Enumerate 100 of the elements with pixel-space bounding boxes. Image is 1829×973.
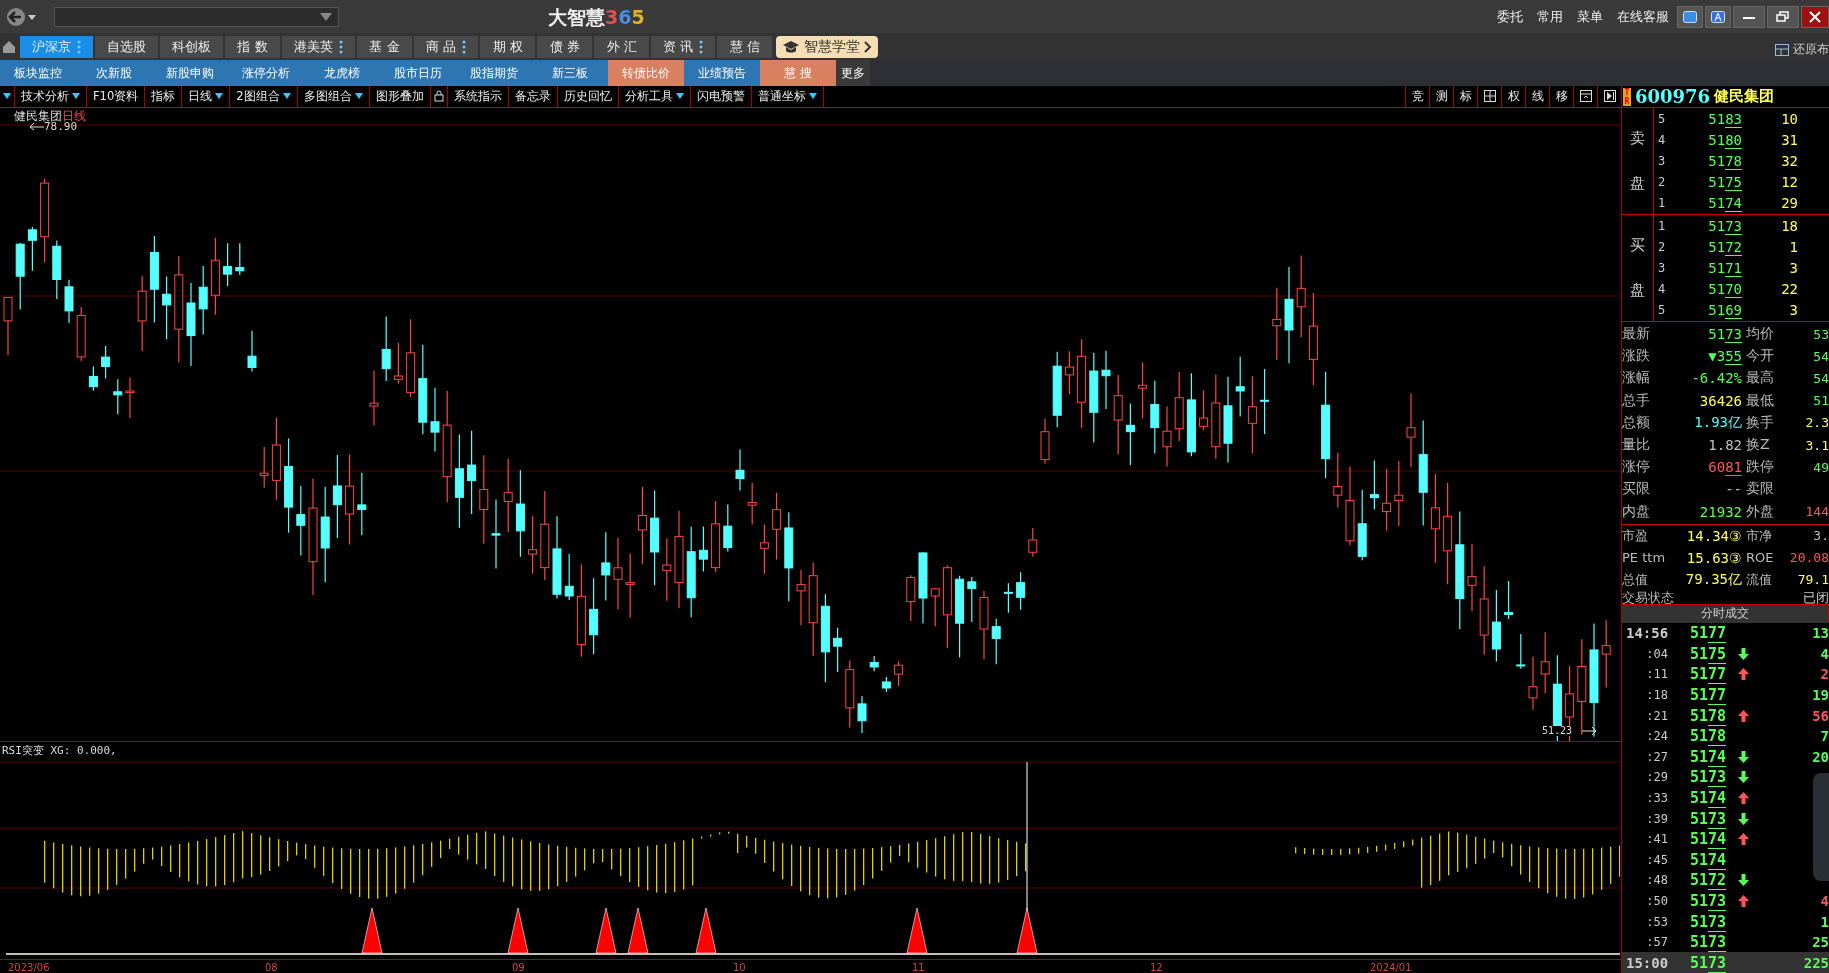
market-tab[interactable]: 科创板 [160,35,223,58]
minimize-button[interactable] [1733,5,1765,28]
stat-value: -6.42% [1691,370,1742,387]
stat-value: 21932 [1699,503,1742,520]
trade-price: 5173 [1690,912,1727,932]
trade-time: :39 [1645,811,1669,826]
stat-value: 144 [1805,504,1829,520]
restore-icon [1776,10,1790,23]
chart-tool-button[interactable]: 竞 [1405,86,1429,107]
market-tab[interactable]: 港美英 [282,35,355,58]
trade-volume: 25 [1812,934,1829,951]
play-icon [1603,90,1616,103]
chart-tool-button[interactable]: 移 [1549,86,1573,107]
order-volume: 10 [1780,111,1798,128]
stat-label: 量比 [1622,436,1651,454]
lock-icon [433,90,444,103]
toolbar-button[interactable]: 历史回忆 [557,86,619,107]
feature-tab[interactable]: 涨停分析 [228,60,304,86]
restore-layout-button[interactable]: 还原布 [1775,41,1829,60]
feature-tab[interactable]: 股指期货 [456,60,532,86]
stat-label: 最新 [1622,325,1651,344]
trade-volume: 19 [1812,687,1829,703]
feature-tab[interactable]: 板块监控 [0,60,76,86]
toolbar-button[interactable]: 2图组合 [230,86,298,107]
window-mode-button[interactable] [1677,5,1703,28]
level-number: 4 [1657,281,1667,296]
order-price: 5173 [1708,218,1742,236]
stat-value: 53 [1813,326,1829,342]
feature-tab[interactable]: 新股申购 [152,60,228,86]
market-tab[interactable]: 自选股 [95,35,158,58]
menu-link[interactable]: 委托 [1491,7,1529,26]
menu-link[interactable]: 常用 [1531,7,1569,26]
trade-time: :21 [1645,708,1669,723]
menu-link[interactable]: 菜单 [1571,7,1609,26]
stat-label: 均价 [1746,325,1775,344]
market-tab[interactable]: 外 汇 [594,35,650,58]
market-tab[interactable]: 慧 信 [717,35,773,58]
trade-price: 5178 [1690,706,1727,726]
stat-label: 今开 [1746,347,1775,366]
home-icon[interactable] [2,39,16,54]
market-tab[interactable]: 资 讯 [651,35,716,58]
market-tab[interactable]: 指 数 [225,35,280,58]
layout-icon [1775,43,1789,56]
tick-trades-tab[interactable]: 分时成交 [1622,605,1829,623]
chart-tool-button[interactable]: 线 [1525,86,1549,107]
trade-volume: 4 [1820,645,1829,662]
feature-tab[interactable]: 次新股 [76,60,152,86]
monitor-icon [1683,10,1697,23]
dropdown-button[interactable] [0,86,15,107]
stat-value: ▼355 [1708,348,1742,366]
chart-tool-button[interactable]: 权 [1501,86,1525,107]
chevron-right-icon [864,40,873,53]
trade-price: 5174 [1690,788,1727,808]
feature-tab[interactable]: 业绩预告 [684,60,760,86]
trade-price: 5178 [1690,727,1727,747]
toolbar-button[interactable]: 日线 [182,86,231,107]
chart-tool-button[interactable]: 标 [1453,86,1477,107]
stat-value: 1.93亿 [1694,413,1742,430]
market-tab[interactable]: 期 权 [480,35,536,58]
chart-tool-button[interactable]: 测 [1429,86,1453,107]
window-icon [1579,90,1592,103]
restore-button[interactable] [1767,5,1799,28]
toolbar-button[interactable]: 图形叠加 [369,86,431,107]
menu-link[interactable]: 在线客服 [1611,7,1675,26]
font-icon [1711,10,1725,23]
toolbar-button[interactable]: 备忘录 [508,86,558,107]
stat-label: 跌停 [1746,458,1775,477]
order-volume: 12 [1780,173,1798,190]
toolbar-button[interactable]: 指标 [145,86,183,107]
up-arrow-icon [1738,668,1749,681]
feature-tab[interactable]: 新三板 [532,60,608,86]
trade-time: :29 [1645,770,1669,785]
level-number: 5 [1657,302,1667,317]
stat-label: 涨跌 [1622,347,1651,366]
level-number: 3 [1657,154,1667,168]
toolbar-button[interactable]: 多图组合 [297,86,370,107]
trade-price: 5173 [1690,809,1727,829]
feature-tab[interactable]: 更多 [836,60,870,86]
market-tab[interactable]: 基 金 [357,35,412,58]
stat-label: 换手 [1746,413,1775,432]
market-tab[interactable]: 债 券 [537,35,593,58]
stat-label: 总值 [1622,570,1649,589]
toolbar-button[interactable]: F10资料 [87,86,146,107]
toolbar-button[interactable]: 闪电预警 [690,86,752,107]
close-button[interactable] [1801,5,1829,28]
font-button[interactable] [1705,5,1731,28]
low-price-label: 51.23 [1540,725,1575,736]
trade-volume: 20 [1812,748,1829,765]
academy-button[interactable]: 智慧学堂 [776,35,879,58]
trade-price: 5174 [1690,830,1727,850]
toolbar-button[interactable]: 技术分析 [15,86,87,107]
toolbar-button[interactable]: 分析工具 [618,86,691,107]
stat-value: 54 [1813,370,1829,386]
toolbar-button[interactable]: 系统指示 [447,86,509,107]
feature-tab[interactable]: 股市日历 [380,60,456,86]
trade-volume: 225 [1803,954,1829,971]
market-tab[interactable]: 商 品 [414,35,479,58]
order-volume: 3 [1788,301,1798,318]
feature-tab[interactable]: 龙虎榜 [304,60,380,86]
toolbar-button[interactable]: 普通坐标 [751,86,824,107]
